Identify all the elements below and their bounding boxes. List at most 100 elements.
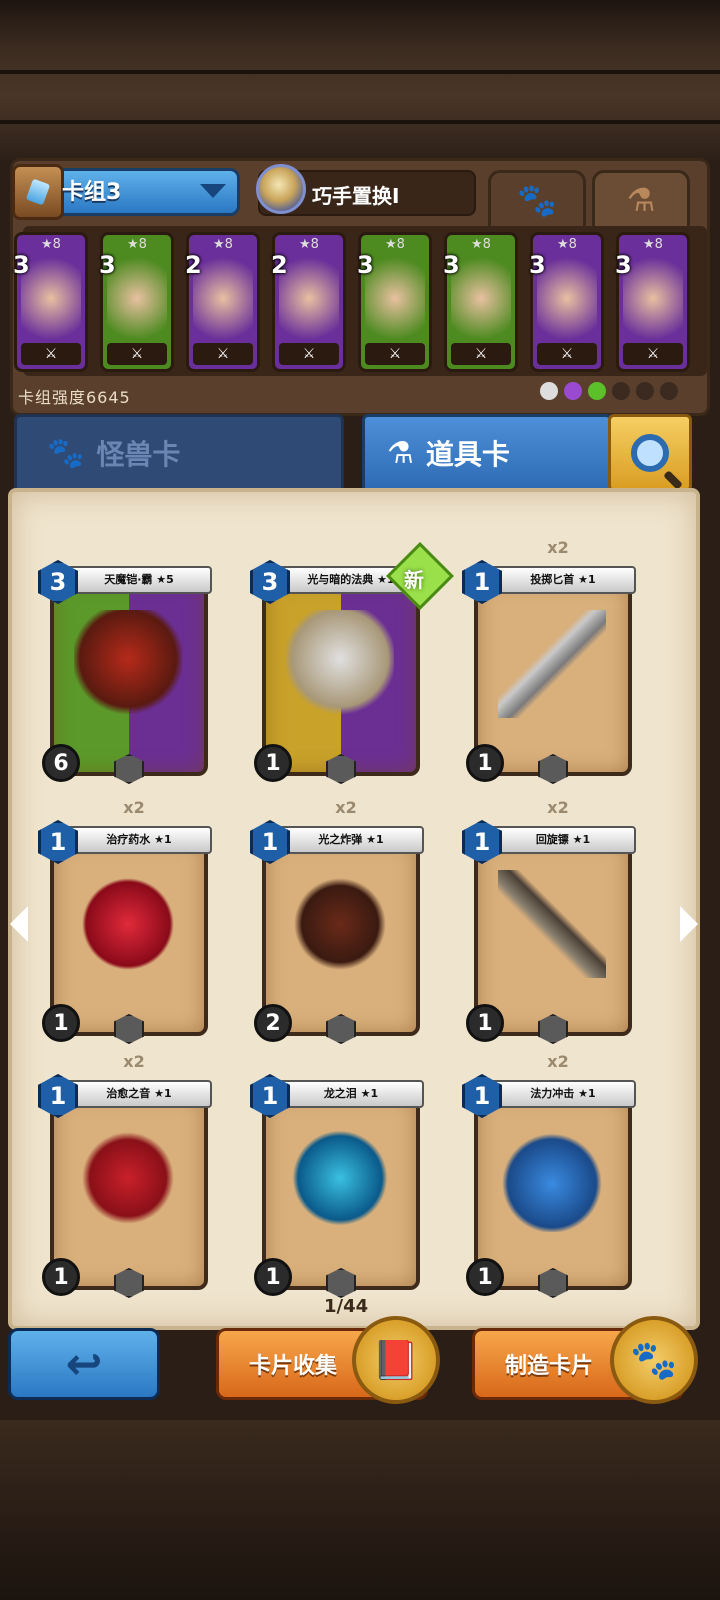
card-stat: 1 xyxy=(466,744,504,782)
item-card[interactable]: x2 治愈之音 ★1 1 1 xyxy=(38,1052,212,1298)
card-cost: 3 xyxy=(615,251,632,279)
card-name: 龙之泪 ★1 xyxy=(278,1080,424,1108)
next-page-arrow-icon[interactable] xyxy=(680,906,698,942)
card-art xyxy=(498,870,606,978)
card-art xyxy=(498,610,606,718)
tab-monster-cards[interactable]: 🐾 怪兽卡 xyxy=(14,414,344,492)
card-stars: ★8 xyxy=(557,237,577,252)
card-art xyxy=(279,257,339,349)
card-art xyxy=(74,1124,182,1232)
paw-icon: 🐾 xyxy=(47,435,85,471)
deck-book-icon xyxy=(12,164,64,220)
card-copies: x2 xyxy=(547,538,569,557)
card-stars: ★8 xyxy=(213,237,233,252)
tab-item-label: 道具卡 xyxy=(425,438,510,471)
tab-item-cards[interactable]: ⚗ 道具卡 xyxy=(362,414,612,492)
dark-element-icon xyxy=(636,382,654,400)
top-wood-background xyxy=(0,0,720,160)
card-name: 天魔铠·霸 ★5 xyxy=(66,566,212,594)
card-name: 治疗药水 ★1 xyxy=(66,826,212,854)
new-badge-label: 新 xyxy=(404,568,424,592)
card-art xyxy=(365,257,425,349)
potion-icon: ⚗ xyxy=(387,435,414,471)
item-card[interactable]: 天魔铠·霸 ★5 3 6 xyxy=(38,560,212,784)
search-icon xyxy=(631,434,683,490)
card-stat: 6 xyxy=(42,744,80,782)
search-button[interactable] xyxy=(608,414,692,492)
tab-pets[interactable]: 🐾 xyxy=(488,170,586,226)
card-art xyxy=(74,870,182,978)
item-card[interactable]: x2 回旋镖 ★1 1 1 xyxy=(462,798,636,1044)
deck-name: 卡组3 xyxy=(62,180,122,205)
card-equip-icons: ⚔ xyxy=(21,343,81,365)
card-equip-icons: ⚔ xyxy=(623,343,683,365)
card-art xyxy=(193,257,253,349)
card-cost: 3 xyxy=(357,251,374,279)
card-stars: ★8 xyxy=(643,237,663,252)
card-book-icon: 📕 xyxy=(352,1316,440,1404)
deck-card[interactable]: ★8 3 ⚔ xyxy=(529,232,604,372)
card-copies: x2 xyxy=(547,1052,569,1071)
item-card[interactable]: 龙之泪 ★1 1 1 xyxy=(250,1074,424,1298)
card-art xyxy=(286,1124,394,1232)
card-copies: x2 xyxy=(123,798,145,817)
card-stars: ★8 xyxy=(127,237,147,252)
card-stars: ★8 xyxy=(471,237,491,252)
card-stars: ★8 xyxy=(41,237,61,252)
deck-card[interactable]: ★8 2 ⚔ xyxy=(271,232,346,372)
deck-card[interactable]: ★8 2 ⚔ xyxy=(185,232,260,372)
element-filter-icons xyxy=(540,382,678,400)
back-button[interactable]: ↩ xyxy=(8,1328,160,1400)
craft-card-label: 制造卡片 xyxy=(505,1354,594,1379)
card-stars: ★8 xyxy=(385,237,405,252)
card-art xyxy=(74,610,182,718)
item-card[interactable]: x2 光之炸弹 ★1 1 2 xyxy=(250,798,424,1044)
card-cost: 3 xyxy=(13,251,30,279)
card-art xyxy=(107,257,167,349)
tab-potions[interactable]: ⚗ xyxy=(592,170,690,226)
green-element-icon xyxy=(588,382,606,400)
card-name: 回旋镖 ★1 xyxy=(490,826,636,854)
card-cost: 2 xyxy=(185,251,202,279)
card-copies: x2 xyxy=(335,798,357,817)
plank-line xyxy=(0,120,720,124)
card-collection-label: 卡片收集 xyxy=(249,1354,338,1379)
card-equip-icons: ⚔ xyxy=(279,343,339,365)
card-art xyxy=(537,257,597,349)
card-art xyxy=(286,870,394,978)
item-card[interactable]: 光与暗的法典 ★1 3 1 xyxy=(250,560,424,784)
card-art xyxy=(21,257,81,349)
deck-card[interactable]: ★8 3 ⚔ xyxy=(615,232,690,372)
card-stars: ★8 xyxy=(299,237,319,252)
neutral-element-icon xyxy=(540,382,558,400)
item-card[interactable]: x2 投掷匕首 ★1 1 1 xyxy=(462,538,636,784)
card-stat: 1 xyxy=(254,1258,292,1296)
bottom-wood-background xyxy=(0,1420,720,1600)
card-name: 光之炸弹 ★1 xyxy=(278,826,424,854)
card-stat: 2 xyxy=(254,1004,292,1042)
deck-strength: 卡组强度6645 xyxy=(18,388,131,407)
dark-element-icon xyxy=(612,382,630,400)
card-cost: 3 xyxy=(443,251,460,279)
paw-jar-icon: 🐾 xyxy=(610,1316,698,1404)
item-card[interactable]: x2 治疗药水 ★1 1 1 xyxy=(38,798,212,1044)
deck-card[interactable]: ★8 3 ⚔ xyxy=(13,232,88,372)
deck-card[interactable]: ★8 3 ⚔ xyxy=(99,232,174,372)
back-arrow-icon: ↩ xyxy=(65,1338,103,1390)
card-art xyxy=(451,257,511,349)
plank-line xyxy=(0,70,720,74)
deck-card[interactable]: ★8 3 ⚔ xyxy=(443,232,518,372)
card-equip-icons: ⚔ xyxy=(451,343,511,365)
card-art xyxy=(498,1124,606,1232)
deck-card[interactable]: ★8 3 ⚔ xyxy=(357,232,432,372)
card-cost: 2 xyxy=(271,251,288,279)
pet-avatar[interactable] xyxy=(256,164,306,214)
item-card[interactable]: x2 法力冲击 ★1 1 1 xyxy=(462,1052,636,1298)
card-stat: 1 xyxy=(42,1258,80,1296)
prev-page-arrow-icon[interactable] xyxy=(10,906,28,942)
chevron-down-icon[interactable] xyxy=(200,184,226,198)
card-name: 投掷匕首 ★1 xyxy=(490,566,636,594)
card-equip-icons: ⚔ xyxy=(193,343,253,365)
purple-element-icon xyxy=(564,382,582,400)
pet-name: 巧手置换Ⅰ xyxy=(312,184,400,208)
